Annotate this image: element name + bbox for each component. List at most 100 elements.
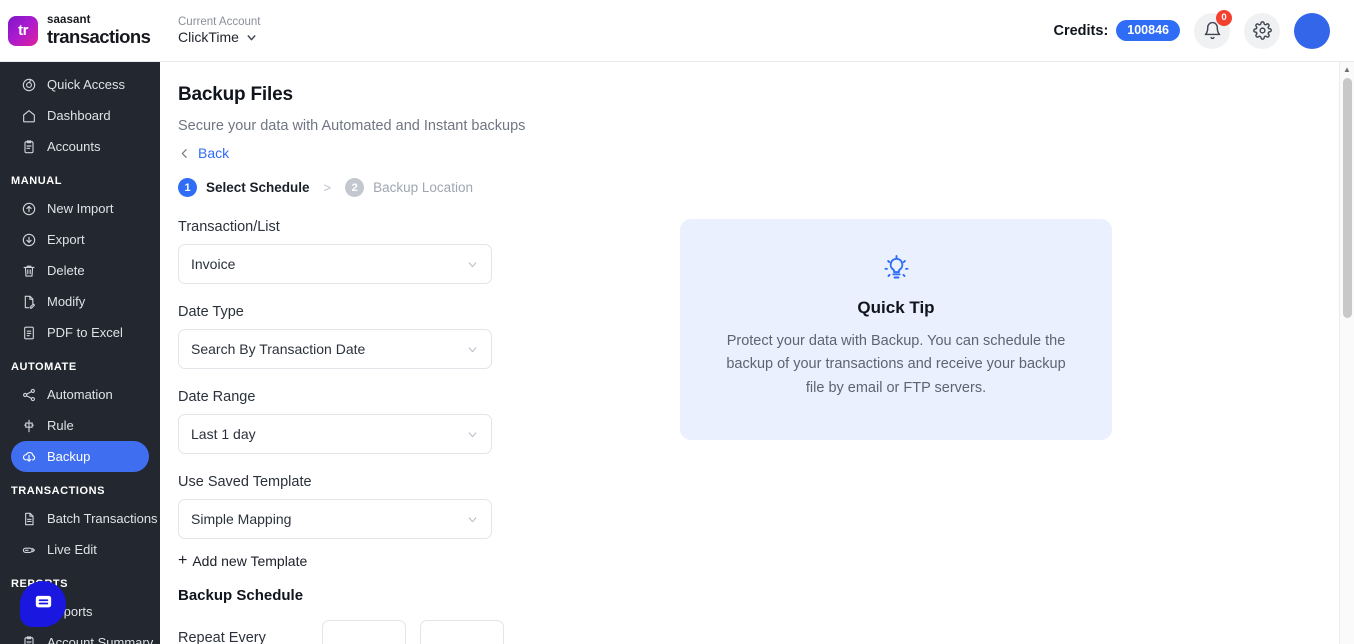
credits-label: Credits: [1053,22,1109,39]
field-transaction-list: Transaction/List Invoice [178,219,658,284]
scrollbar-thumb[interactable] [1343,78,1352,318]
sidebar-item-new-import[interactable]: New Import [11,193,149,224]
user-avatar[interactable] [1294,12,1330,49]
select-value: Last 1 day [191,426,256,442]
clipboard-icon [21,139,37,155]
sidebar-item-label: Export [47,232,85,247]
repeat-interval-input[interactable] [322,620,406,644]
sidebar-item-label: Delete [47,263,85,278]
step-label: Backup Location [373,180,473,195]
chevron-down-icon [247,35,256,41]
quick-tip-body: Protect your data with Backup. You can s… [726,333,1066,396]
label-transaction-list: Transaction/List [178,219,280,235]
sidebar-item-label: Quick Access [47,77,126,92]
sidebar-group-manual: MANUAL [11,175,62,187]
brand-name-saasant: saasant [47,14,91,26]
wizard-stepper: 1 Select Schedule >2 Backup Location [178,178,1354,197]
sidebar-item-dashboard[interactable]: Dashboard [11,100,149,131]
step-number-badge: 1 [178,178,197,197]
brand-text: saasant transactions [47,14,151,47]
sidebar-item-backup[interactable]: Backup [11,441,149,472]
sidebar-item-label: Live Edit [47,542,97,557]
download-icon [21,232,37,248]
current-account-label: Current Account [178,15,261,28]
sidebar-item-label: Backup [47,449,91,464]
back-label: Back [198,145,230,161]
home-icon [21,108,37,124]
sidebar-item-rule[interactable]: Rule [11,410,149,441]
cloud-download-icon [21,449,37,465]
settings-button[interactable] [1244,12,1280,49]
select-date-type[interactable]: Search By Transaction Date [178,329,492,369]
select-use-saved-template[interactable]: Simple Mapping [178,499,492,539]
select-transaction-list[interactable]: Invoice [178,244,492,284]
sidebar-group-transactions: TRANSACTIONS [11,485,105,497]
field-date-type: Date Type Search By Transaction Date [178,304,658,369]
target-icon [21,77,37,93]
quick-tip-title: Quick Tip [857,298,935,317]
vertical-scrollbar[interactable]: ▲ [1339,62,1354,644]
left-sidebar: Quick Access Dashboard Accounts MANUAL New I… [0,62,160,644]
sidebar-item-live-edit[interactable]: Live Edit [11,534,149,565]
stepper-step-2[interactable]: 2 Backup Location [345,178,473,197]
sidebar-item-label: Rule [47,418,74,433]
sidebar-item-accounts[interactable]: Accounts [11,131,149,162]
sidebar-item-modify[interactable]: Modify [11,286,149,317]
backup-form: Transaction/List Invoice Date Type Search B… [178,219,658,644]
trash-icon [21,263,37,279]
step-number-badge: 2 [345,178,365,197]
scroll-up-arrow-icon[interactable]: ▲ [1340,62,1354,77]
rule-icon [21,418,37,434]
sidebar-item-label: Modify [47,294,86,309]
backup-schedule-heading: Backup Schedule [178,587,304,604]
sidebar-item-pdf-to-excel[interactable]: PDF to Excel [11,317,149,348]
logo-letters: tr [18,22,28,39]
chevron-down-icon [468,346,477,352]
sidebar-item-export[interactable]: Export [11,224,149,255]
stepper-step-1[interactable]: 1 Select Schedule [178,178,310,197]
current-account-selector[interactable]: Current Account ClickTime [178,15,260,47]
sidebar-item-automation[interactable]: Automation [11,379,149,410]
sidebar-item-batch-transactions[interactable]: Batch Transactions [11,503,158,534]
sidebar-item-delete[interactable]: Delete [11,255,149,286]
plus-icon: + [178,552,188,569]
chevron-down-icon [468,261,477,267]
credits-display: Credits: 100846 [1053,20,1180,41]
sidebar-item-label: Dashboard [47,108,111,123]
back-button[interactable]: Back [178,145,229,161]
sidebar-item-label: New Import [47,201,114,216]
saasant-logo-icon: tr [8,15,38,46]
chat-launcher-button[interactable] [20,581,66,627]
notifications-button[interactable]: 0 [1194,9,1232,49]
file-pdf-icon [21,325,37,341]
gear-icon [1252,21,1272,40]
credits-value-badge[interactable]: 100846 [1116,20,1180,41]
label-date-type: Date Type [178,304,244,320]
field-date-range: Date Range Last 1 day [178,389,658,454]
brand-name-transactions: transactions [47,25,151,47]
field-use-saved-template: Use Saved Template Simple Mapping [178,474,658,539]
content-columns: Transaction/List Invoice Date Type Search B… [178,219,1354,644]
tip-column: Quick Tip Protect your data with Backup.… [658,219,1112,644]
current-account-name: ClickTime [178,28,239,45]
add-new-template-label: Add new Template [192,553,308,569]
sidebar-item-label: Batch Transactions [47,511,158,526]
upload-icon [21,201,37,217]
notification-count-badge: 0 [1216,9,1232,26]
share-nodes-icon [21,387,37,403]
label-date-range: Date Range [178,389,256,405]
select-date-range[interactable]: Last 1 day [178,414,492,454]
add-new-template-button[interactable]: + Add new Template [178,552,308,570]
sidebar-item-account-summary[interactable]: Account Summary [11,627,153,644]
application-window: tr saasant transactions Current Account … [0,0,1354,644]
brand-logo-area[interactable]: tr saasant transactions [0,14,160,47]
select-value: Simple Mapping [191,511,292,527]
repeat-unit-select[interactable] [420,620,504,644]
sidebar-item-quick-access[interactable]: Quick Access [11,69,149,100]
chevron-left-icon [181,148,187,158]
select-value: Invoice [191,256,236,272]
repeat-every-row: Repeat Every [178,620,658,644]
document-icon [21,511,37,527]
file-edit-icon [21,294,37,310]
main-content: Backup Files Secure your data with Autom… [160,62,1354,644]
